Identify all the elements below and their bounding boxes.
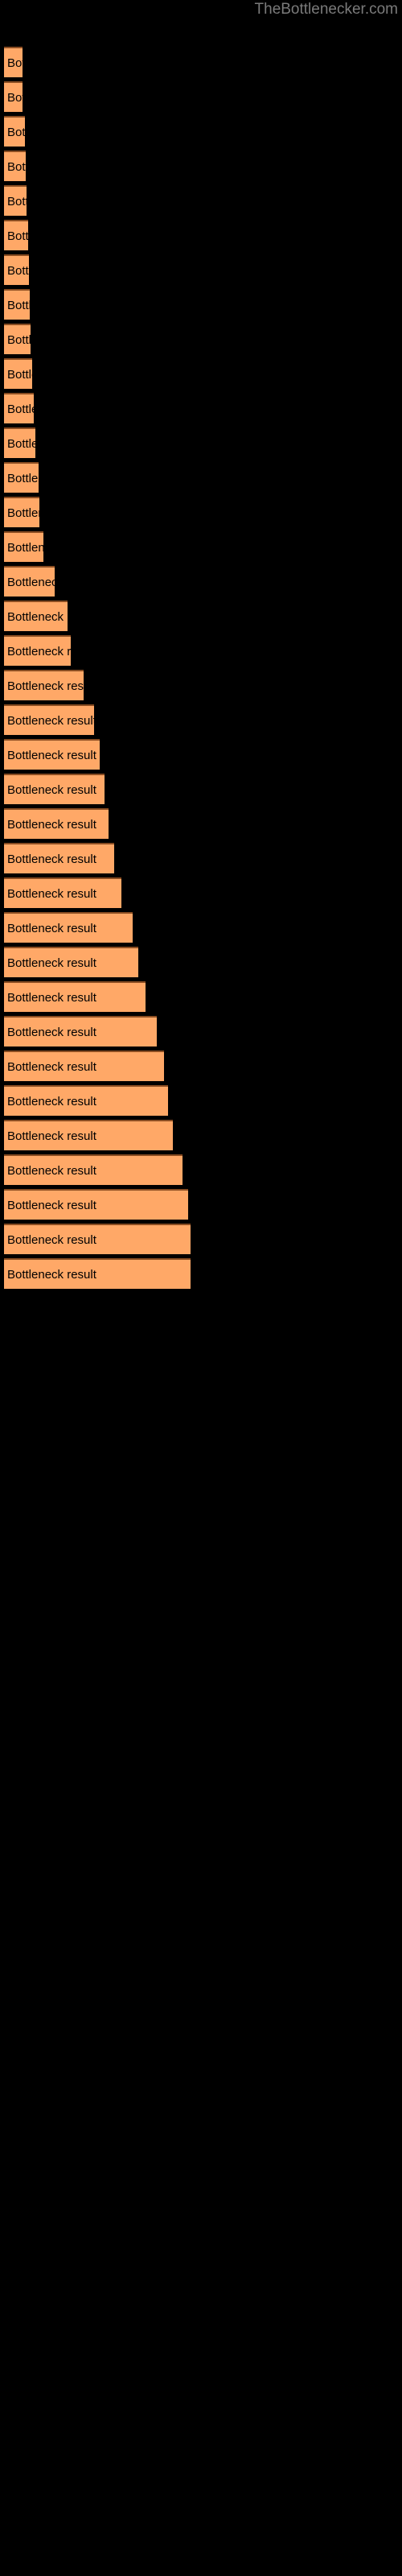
bar[interactable]: Bottleneck result <box>4 531 43 562</box>
bar[interactable]: Bottleneck result <box>4 877 121 908</box>
bar[interactable]: Bottleneck result <box>4 324 31 354</box>
bar[interactable]: Bottleneck result <box>4 1120 173 1150</box>
bar-label: Bottleneck result <box>7 1233 96 1247</box>
bar-label: Bottleneck result <box>7 1026 96 1039</box>
bar[interactable]: Bottleneck result <box>4 220 28 250</box>
bar[interactable]: Bottleneck result <box>4 808 109 839</box>
bar-label: Bottleneck result <box>7 506 39 520</box>
bottleneck-bar-chart: Bottleneck result Bottleneck result Bottle… <box>0 0 402 2576</box>
bar[interactable]: Bottleneck result <box>4 1016 157 1046</box>
bar-label: Bottleneck result <box>7 195 27 208</box>
bar-label: Bottleneck result <box>7 1095 96 1108</box>
bar[interactable]: Bottleneck result <box>4 947 138 977</box>
bar-label: Bottleneck result <box>7 922 96 935</box>
bar-label: Bottleneck result <box>7 299 30 312</box>
bar-label: Bottleneck result <box>7 160 26 174</box>
bar-label: Bottleneck result <box>7 679 84 693</box>
bar[interactable]: Bottleneck result <box>4 427 35 458</box>
bar-label: Bottleneck result <box>7 264 29 278</box>
bar[interactable]: Bottleneck result <box>4 116 25 147</box>
bar-label: Bottleneck result <box>7 956 96 970</box>
bar-label: Bottleneck result <box>7 1060 96 1074</box>
bar[interactable]: Bottleneck result <box>4 670 84 700</box>
bar[interactable]: Bottleneck result <box>4 601 68 631</box>
bar-label: Bottleneck result <box>7 56 23 70</box>
bar[interactable]: Bottleneck result <box>4 843 114 873</box>
bar-label: Bottleneck result <box>7 126 25 139</box>
bar-label: Bottleneck result <box>7 402 34 416</box>
bar[interactable]: Bottleneck result <box>4 254 29 285</box>
bar-label: Bottleneck result <box>7 1129 96 1143</box>
bar[interactable]: Bottleneck result <box>4 774 105 804</box>
bar-label: Bottleneck result <box>7 333 31 347</box>
bar-label: Bottleneck result <box>7 991 96 1005</box>
bar[interactable]: Bottleneck result <box>4 1085 168 1116</box>
bar-label: Bottleneck result <box>7 437 35 451</box>
bar-label: Bottleneck result <box>7 749 96 762</box>
bar-label: Bottleneck result <box>7 1164 96 1178</box>
bar-label: Bottleneck result <box>7 887 96 901</box>
bar-label: Bottleneck result <box>7 368 32 382</box>
bar[interactable]: Bottleneck result <box>4 185 27 216</box>
bar[interactable]: Bottleneck result <box>4 393 34 423</box>
bar-label: Bottleneck result <box>7 576 55 589</box>
bar-label: Bottleneck result <box>7 472 39 485</box>
bar[interactable]: Bottleneck result <box>4 289 30 320</box>
bar-label: Bottleneck result <box>7 1268 96 1282</box>
bar-label: Bottleneck result <box>7 91 23 105</box>
bar-label: Bottleneck result <box>7 229 28 243</box>
bar[interactable]: Bottleneck result <box>4 1258 191 1289</box>
bar[interactable]: Bottleneck result <box>4 739 100 770</box>
bar[interactable]: Bottleneck result <box>4 81 23 112</box>
bar-label: Bottleneck result <box>7 610 68 624</box>
bar[interactable]: Bottleneck result <box>4 566 55 597</box>
bar-label: Bottleneck result <box>7 645 71 658</box>
bar[interactable]: Bottleneck result <box>4 497 39 527</box>
bar-label: Bottleneck result <box>7 714 94 728</box>
bar-label: Bottleneck result <box>7 541 43 555</box>
bar[interactable]: Bottleneck result <box>4 912 133 943</box>
bar[interactable]: Bottleneck result <box>4 151 26 181</box>
bar[interactable]: Bottleneck result <box>4 1189 188 1220</box>
bar-label: Bottleneck result <box>7 783 96 797</box>
bar[interactable]: Bottleneck result <box>4 704 94 735</box>
bar[interactable]: Bottleneck result <box>4 358 32 389</box>
bar-label: Bottleneck result <box>7 818 96 832</box>
bar[interactable]: Bottleneck result <box>4 47 23 77</box>
bar[interactable]: Bottleneck result <box>4 1224 191 1254</box>
bar[interactable]: Bottleneck result <box>4 1154 183 1185</box>
bar[interactable]: Bottleneck result <box>4 635 71 666</box>
bar-label: Bottleneck result <box>7 852 96 866</box>
bar[interactable]: Bottleneck result <box>4 1051 164 1081</box>
bar[interactable]: Bottleneck result <box>4 462 39 493</box>
bar-label: Bottleneck result <box>7 1199 96 1212</box>
bar[interactable]: Bottleneck result <box>4 981 146 1012</box>
